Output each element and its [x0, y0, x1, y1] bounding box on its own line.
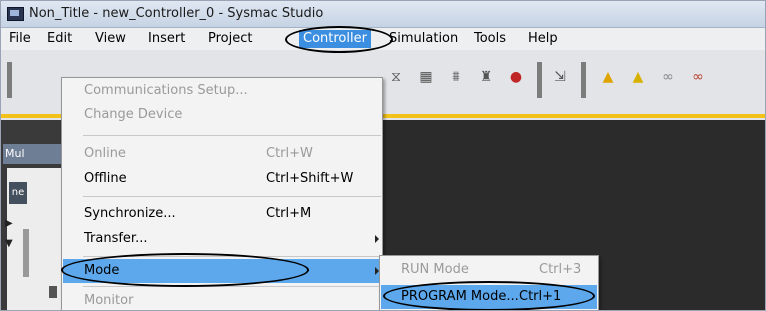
menu-item-offline[interactable]: Offline Ctrl+Shift+W [63, 167, 381, 191]
tree-node [49, 286, 57, 298]
stop-icon[interactable]: ● [505, 66, 527, 88]
clear-warning-icon[interactable]: ▲ [627, 66, 649, 88]
controller-chip[interactable]: ne [9, 182, 27, 204]
app-window: Non_Title - new_Controller_0 - Sysmac St… [0, 0, 766, 311]
expand-arrow-icon[interactable]: ▶ [5, 218, 13, 229]
menu-item-communications-setup[interactable]: Communications Setup... [63, 79, 381, 103]
window-title: Non_Title - new_Controller_0 - Sysmac St… [29, 6, 324, 21]
app-icon [7, 7, 24, 21]
menu-item-transfer[interactable]: Transfer... [63, 227, 381, 251]
menu-simulation[interactable]: Simulation [385, 30, 462, 48]
multiview-tab[interactable]: Mul [3, 144, 65, 164]
menu-item-run-mode[interactable]: RUN Mode Ctrl+3 [381, 258, 597, 282]
multiview-panel: Mul ne ▶ ▼ [1, 120, 65, 310]
binoculars-icon[interactable]: ♜ [475, 66, 497, 88]
graph-icon[interactable]: ⇲ [549, 66, 571, 88]
menu-help[interactable]: Help [524, 30, 562, 48]
warning-icon[interactable]: ▲ [597, 66, 619, 88]
toolbar-separator [7, 62, 12, 98]
title-bar: Non_Title - new_Controller_0 - Sysmac St… [1, 1, 765, 28]
menu-separator [83, 286, 381, 287]
menu-insert[interactable]: Insert [144, 30, 189, 48]
compare-icon[interactable]: ⧖ [385, 66, 407, 88]
collapse-arrow-icon[interactable]: ▼ [5, 238, 13, 249]
menu-item-online[interactable]: Online Ctrl+W [63, 142, 381, 166]
menu-separator [83, 135, 381, 136]
menu-item-change-device[interactable]: Change Device [63, 103, 381, 127]
menu-tools[interactable]: Tools [470, 30, 510, 48]
callout-ellipse-controller [285, 26, 393, 53]
callout-ellipse-program-mode [383, 281, 595, 310]
tree-node [23, 229, 29, 277]
build-icon[interactable]: ⩩ [445, 66, 467, 88]
menu-item-monitor[interactable]: Monitor [63, 289, 381, 310]
menu-edit[interactable]: Edit [43, 30, 76, 48]
menu-separator [83, 196, 381, 197]
link-icon[interactable]: ∞ [657, 66, 679, 88]
callout-ellipse-mode [61, 253, 309, 287]
toolbar-separator [537, 62, 542, 98]
menu-project[interactable]: Project [204, 30, 256, 48]
cross-reference-icon[interactable]: ▦ [415, 66, 437, 88]
menu-file[interactable]: File [5, 30, 35, 48]
unlink-icon[interactable]: ∞ [687, 66, 709, 88]
menu-view[interactable]: View [91, 30, 130, 48]
submenu-arrow-icon [375, 235, 379, 243]
menu-item-synchronize[interactable]: Synchronize... Ctrl+M [63, 202, 381, 226]
toolbar-separator [581, 62, 586, 98]
